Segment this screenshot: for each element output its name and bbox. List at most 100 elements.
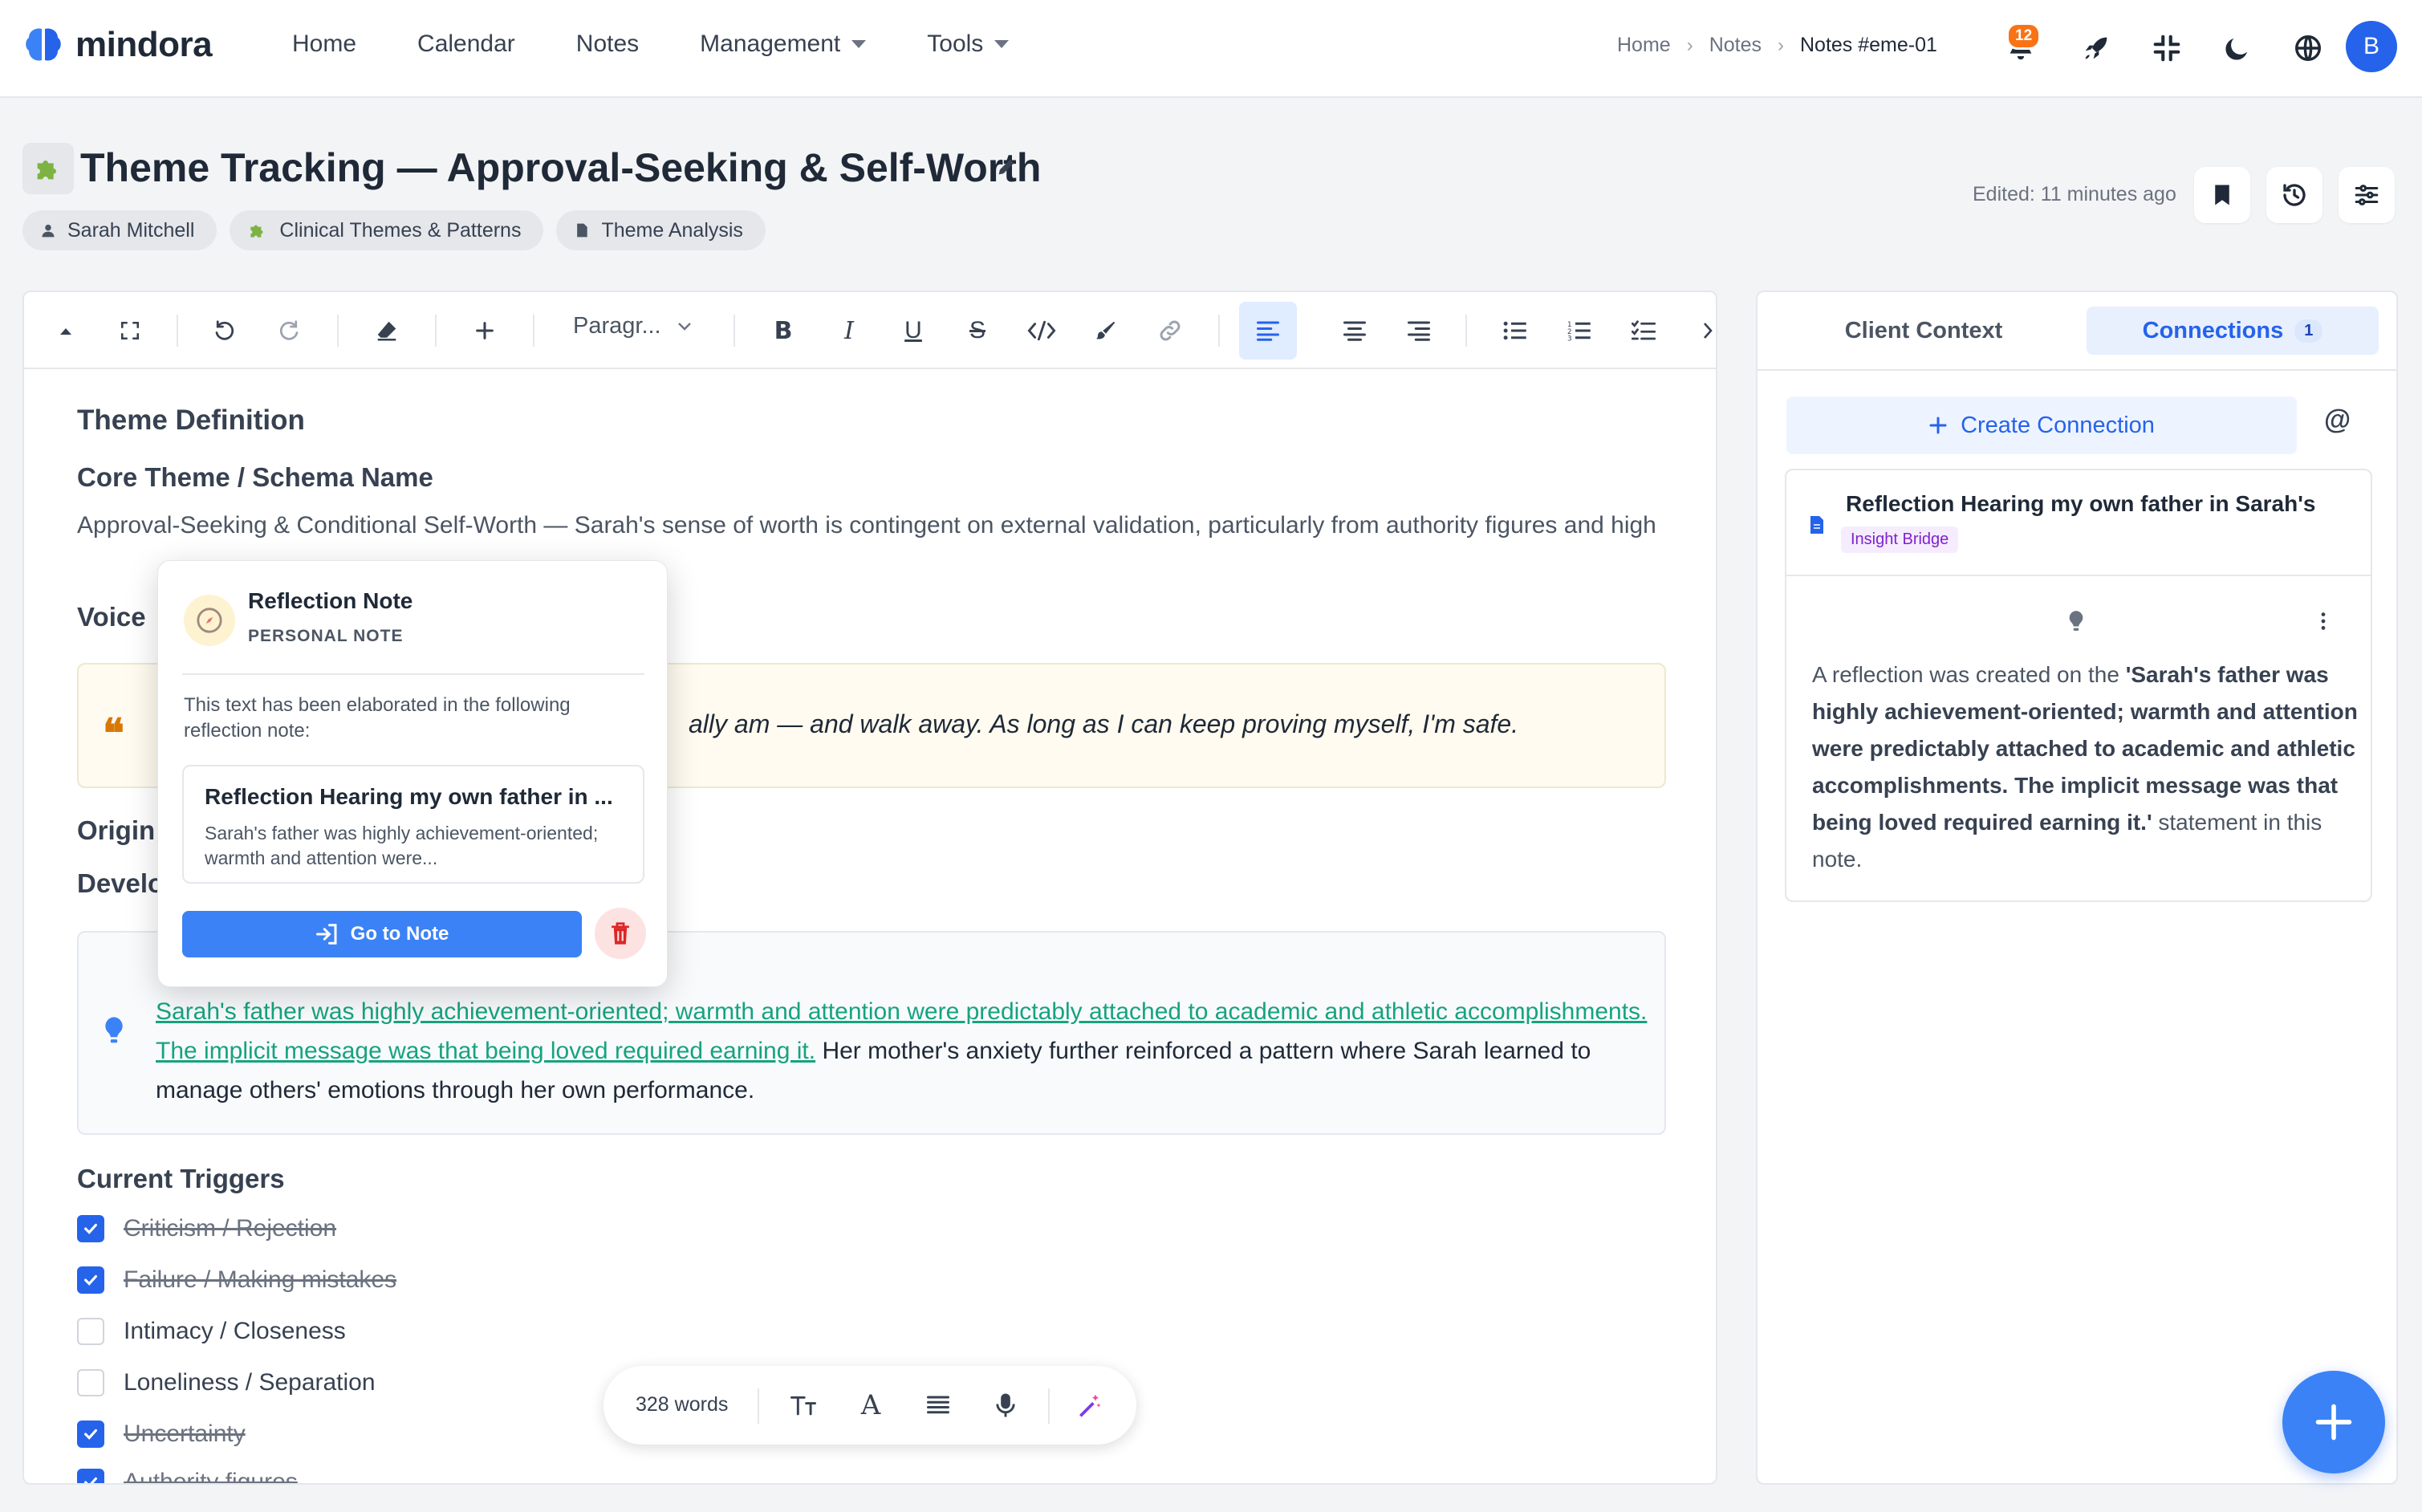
popover-divider (182, 673, 644, 675)
nav-notes-label: Notes (575, 30, 640, 57)
code-button[interactable] (1019, 308, 1064, 353)
popover-subtitle: PERSONAL NOTE (248, 627, 404, 645)
checkbox-checked[interactable] (77, 1421, 104, 1448)
collapse-toolbar-button[interactable] (43, 308, 88, 353)
checkbox-checked[interactable] (77, 1266, 104, 1294)
puzzle-icon (247, 220, 268, 241)
nav-calendar[interactable]: Calendar (417, 30, 515, 58)
nav-tools[interactable]: Tools (927, 30, 1010, 58)
history-button[interactable] (2266, 167, 2322, 223)
undo-icon (213, 319, 237, 343)
checkbox-checked[interactable] (77, 1469, 104, 1483)
trigger-item[interactable]: Intimacy / Closeness (77, 1318, 346, 1345)
editor-status-bar: 328 words A (603, 1366, 1136, 1445)
undo-button[interactable] (202, 308, 247, 353)
paragraph-style-value: Paragr... (573, 313, 661, 339)
chevron-right-icon: › (1686, 34, 1693, 56)
text-size-button[interactable] (785, 1387, 822, 1424)
dark-mode-toggle[interactable] (2213, 24, 2261, 72)
trigger-item[interactable]: Failure / Making mistakes (77, 1266, 396, 1294)
tag-template[interactable]: Theme Analysis (556, 210, 766, 250)
tag-client[interactable]: Sarah Mitchell (22, 210, 217, 250)
tab-client-context[interactable]: Client Context (1774, 307, 2074, 355)
nav-management-label: Management (700, 30, 841, 57)
trigger-item[interactable]: Uncertainty (77, 1421, 246, 1448)
tag-category-label: Clinical Themes & Patterns (279, 218, 522, 242)
more-tools-button[interactable] (1685, 308, 1716, 353)
ordered-list-button[interactable]: 123 (1557, 308, 1602, 353)
reflection-popover: Reflection Note PERSONAL NOTE This text … (157, 560, 668, 987)
strikethrough-button[interactable]: S (955, 308, 1000, 353)
bold-button[interactable]: B (761, 308, 806, 353)
font-button[interactable]: A (852, 1387, 889, 1424)
line-spacing-button[interactable] (920, 1387, 957, 1424)
main-nav: Home Calendar Notes Management Tools (292, 30, 1070, 58)
settings-button[interactable] (2339, 167, 2395, 223)
ai-assist-button[interactable] (1071, 1387, 1107, 1424)
insert-button[interactable] (462, 308, 507, 353)
create-connection-button[interactable]: Create Connection (1786, 396, 2297, 454)
bookmark-button[interactable] (2194, 167, 2250, 223)
connection-title: Reflection Hearing my own father in Sara… (1846, 491, 2316, 516)
underline-button[interactable]: U (891, 308, 936, 353)
brand-logo[interactable]: mindora (22, 24, 213, 66)
trigger-label: Criticism / Rejection (124, 1215, 337, 1242)
edit-title-button[interactable] (995, 156, 1018, 178)
tag-category[interactable]: Clinical Themes & Patterns (230, 210, 544, 250)
language-button[interactable] (2284, 24, 2332, 72)
connection-card[interactable]: Reflection Hearing my own father in Sara… (1785, 469, 2372, 902)
checkbox-unchecked[interactable] (77, 1318, 104, 1345)
trigger-item[interactable]: Loneliness / Separation (77, 1369, 376, 1396)
tab-connections[interactable]: Connections 1 (2087, 307, 2379, 355)
trigger-item[interactable]: Criticism / Rejection (77, 1215, 336, 1242)
breadcrumb-notes[interactable]: Notes (1709, 34, 1762, 57)
tab-connections-label: Connections (2142, 317, 2284, 343)
nav-home[interactable]: Home (292, 30, 356, 58)
redo-button[interactable] (266, 308, 311, 353)
microphone-icon (996, 1392, 1015, 1418)
mention-button[interactable]: @ (2324, 404, 2351, 436)
magic-wand-icon (1076, 1392, 1102, 1418)
checkbox-checked[interactable] (77, 1215, 104, 1242)
more-vertical-icon[interactable] (2319, 612, 2327, 631)
paragraph-style-select[interactable]: Paragr... (573, 313, 692, 339)
create-connection-label: Create Connection (1961, 412, 2155, 438)
lightbulb-icon (2067, 610, 2085, 632)
fullscreen-button[interactable] (108, 308, 152, 353)
bullet-list-button[interactable] (1493, 308, 1538, 353)
quote-icon: ❝ (103, 709, 124, 757)
align-right-button[interactable] (1396, 308, 1441, 353)
page-title: Theme Tracking — Approval-Seeking & Self… (80, 145, 1042, 190)
align-right-icon (1407, 320, 1431, 341)
linked-note-card[interactable]: Reflection Hearing my own father in ... … (182, 765, 644, 884)
align-left-button[interactable] (1239, 302, 1297, 360)
brush-icon (1094, 319, 1118, 343)
collapse-button[interactable] (2143, 24, 2191, 72)
italic-button[interactable]: I (827, 308, 872, 353)
highlight-button[interactable] (1083, 308, 1128, 353)
user-avatar[interactable]: B (2346, 21, 2397, 72)
linked-note-title: Reflection Hearing my own father in ... (205, 784, 613, 809)
align-center-button[interactable] (1332, 308, 1377, 353)
trigger-item[interactable]: Authority figures (77, 1469, 298, 1483)
breadcrumb-home[interactable]: Home (1617, 34, 1671, 57)
task-list-button[interactable] (1621, 308, 1666, 353)
add-fab-button[interactable] (2282, 1371, 2385, 1473)
nav-notes[interactable]: Notes (576, 30, 639, 58)
go-to-note-label: Go to Note (350, 923, 449, 945)
link-button[interactable] (1148, 308, 1193, 353)
launch-button[interactable] (2072, 24, 2120, 72)
nav-management[interactable]: Management (700, 30, 867, 58)
dictation-button[interactable] (987, 1387, 1024, 1424)
toolbar-divider (435, 315, 437, 347)
delete-link-button[interactable] (595, 908, 646, 959)
strikethrough-icon: S (969, 317, 985, 343)
lightbulb-icon (103, 1016, 125, 1045)
heading-origin: Origin (77, 815, 156, 845)
italic-icon: I (844, 316, 854, 345)
checkbox-unchecked[interactable] (77, 1369, 104, 1396)
core-theme-paragraph[interactable]: Approval-Seeking & Conditional Self-Wort… (77, 506, 1666, 545)
word-count: 328 words (636, 1393, 729, 1416)
clear-format-button[interactable] (364, 308, 409, 353)
go-to-note-button[interactable]: Go to Note (182, 911, 582, 957)
